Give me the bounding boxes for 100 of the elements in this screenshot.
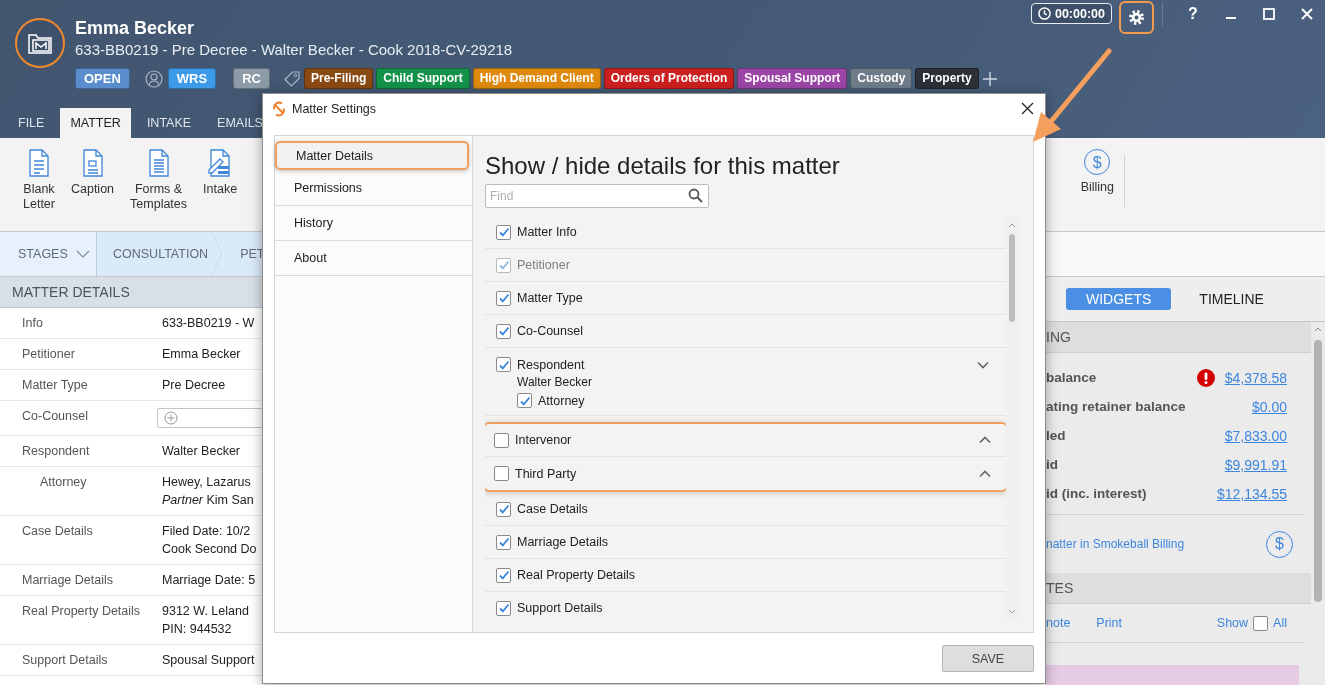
checkbox[interactable]: [496, 567, 511, 583]
co-counsel-field[interactable]: [157, 408, 262, 428]
chevron-up-icon[interactable]: [979, 436, 991, 444]
ribbon-button[interactable]: Blank Letter: [18, 149, 60, 212]
nav-item[interactable]: About: [275, 241, 472, 276]
checkbox[interactable]: [496, 501, 511, 517]
chevron-down-icon[interactable]: [977, 360, 989, 369]
menu-tab[interactable]: EMAILS: [207, 108, 273, 138]
field-value: Cook Second Do: [162, 541, 258, 557]
ribbon-button[interactable]: $ Billing: [1080, 149, 1114, 195]
balance-label: balance: [1046, 370, 1097, 385]
checkbox[interactable]: [496, 224, 511, 240]
field-label: Petitioner: [21, 346, 76, 362]
menu-tab[interactable]: MATTER: [60, 108, 131, 138]
field-label: Matter Type: [21, 377, 89, 393]
field-label: Respondent: [21, 443, 91, 459]
save-button[interactable]: SAVE: [942, 645, 1034, 672]
show-label: Show: [1216, 616, 1249, 630]
option-label: Petitioner: [517, 258, 570, 272]
note-action[interactable]: note: [1046, 616, 1071, 630]
stage-arrow-icon: [210, 232, 225, 276]
dialog-title: Matter Settings: [292, 101, 377, 116]
section-header: ING: [1046, 322, 1311, 353]
clock-icon: [1037, 7, 1051, 20]
amount-link[interactable]: $0.00: [1251, 398, 1287, 415]
field-value: Pre Decree: [162, 377, 227, 393]
ribbon-button[interactable]: Forms & Templates: [125, 149, 193, 212]
widget-tab[interactable]: TIMELINE: [1185, 288, 1278, 310]
checkbox[interactable]: [494, 432, 509, 448]
logo-icon: [271, 100, 287, 117]
client-name: Emma Becker: [75, 17, 196, 39]
maximize-icon: [1263, 8, 1275, 20]
add-icon[interactable]: [164, 411, 178, 425]
party-name: Walter Becker: [516, 375, 593, 389]
status-badge: OPEN: [75, 68, 130, 89]
section-header: TES: [1046, 573, 1311, 604]
tag-icon: [282, 69, 301, 88]
nav-item[interactable]: History: [275, 206, 472, 241]
field-value: Filed Date: 10/2: [162, 523, 252, 539]
field-value: Spousal Support: [162, 652, 256, 668]
option-label: Real Property Details: [517, 568, 636, 582]
amount-link[interactable]: $4,378.58: [1224, 369, 1287, 386]
tag-label: Custody: [850, 68, 913, 89]
field-label: Marriage Details: [21, 572, 114, 588]
tag-label: High Demand Client: [472, 68, 601, 89]
checkbox[interactable]: [496, 323, 511, 339]
tag-label: Child Support: [376, 68, 470, 89]
nav-item[interactable]: Permissions: [275, 171, 472, 206]
balance-label: ating retainer balance: [1046, 399, 1186, 414]
scroll-up-icon[interactable]: [1314, 326, 1322, 332]
widget-tab[interactable]: WIDGETS: [1066, 288, 1172, 310]
balance-label: led: [1046, 428, 1066, 443]
document-icon: [146, 149, 171, 177]
checkbox[interactable]: [494, 466, 509, 481]
menu-tab[interactable]: INTAKE: [136, 108, 202, 138]
close-button[interactable]: [1019, 100, 1035, 117]
option-label: Marriage Details: [517, 535, 608, 549]
checkbox[interactable]: [1253, 615, 1269, 631]
option-label: Third Party: [515, 466, 577, 481]
option-label: Intervenor: [515, 433, 572, 447]
help-button[interactable]: ?: [1173, 2, 1213, 26]
tag-label: Spousal Support: [737, 68, 848, 89]
field-label: Support Details: [21, 652, 109, 668]
checkbox[interactable]: [496, 290, 511, 306]
nav-item[interactable]: Matter Details: [275, 141, 469, 170]
tag-label: Pre-Filing: [303, 68, 374, 89]
ribbon-button[interactable]: Intake: [198, 149, 243, 197]
note-action[interactable]: Print: [1096, 616, 1123, 630]
checkbox[interactable]: [496, 534, 511, 550]
checkbox[interactable]: [496, 600, 511, 616]
amount-link[interactable]: $12,134.55: [1216, 485, 1287, 502]
amount-link[interactable]: $9,991.91: [1224, 456, 1287, 473]
stages-menu[interactable]: STAGES: [0, 232, 97, 276]
balance-label: id (inc. interest): [1046, 486, 1147, 501]
settings-button[interactable]: [1119, 1, 1154, 34]
option-label: Attorney: [538, 393, 585, 408]
field-value: Hewey, Lazarus: [162, 474, 252, 490]
field-value: 9312 W. Leland: [162, 603, 250, 619]
checkbox[interactable]: [496, 357, 511, 372]
balance-label: id: [1046, 457, 1058, 472]
field-label: Co-Counsel: [21, 408, 89, 425]
field-value: 633-BB0219 - W: [162, 315, 256, 331]
scroll-up-icon[interactable]: [1008, 222, 1016, 228]
amount-link[interactable]: $7,833.00: [1224, 427, 1287, 444]
field-value: Partner Kim San: [162, 492, 255, 508]
search-field[interactable]: Find: [485, 184, 709, 208]
billing-link[interactable]: natter in Smokeball Billing: [1046, 537, 1185, 551]
document-icon: [27, 149, 51, 177]
chevron-up-icon[interactable]: [979, 469, 991, 478]
checkbox[interactable]: [517, 393, 532, 408]
add-tag-icon[interactable]: [981, 70, 998, 87]
dialog-heading: Show / hide details for this matter: [485, 151, 841, 181]
menu-tab[interactable]: FILE: [8, 108, 55, 138]
close-icon: [1301, 8, 1313, 20]
ribbon-button[interactable]: Caption: [65, 149, 120, 197]
timer-button[interactable]: 00:00:00: [1030, 3, 1112, 24]
gear-icon: [1128, 9, 1145, 26]
field-label: Real Property Details: [21, 603, 142, 620]
field-value: Walter Becker: [162, 443, 242, 459]
scroll-down-icon[interactable]: [1008, 609, 1016, 615]
